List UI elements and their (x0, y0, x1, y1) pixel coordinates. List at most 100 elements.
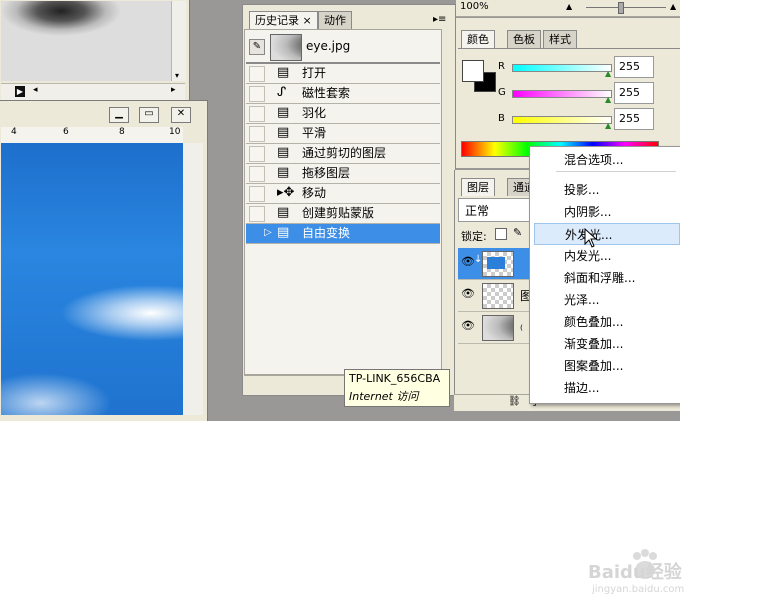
history-brush-checkbox[interactable] (249, 106, 265, 122)
history-state-icon: ▤ (277, 125, 290, 140)
close-icon[interactable]: × (303, 14, 312, 27)
close-icon[interactable]: ✕ (171, 107, 191, 123)
green-slider-thumb[interactable]: ▲ (605, 95, 611, 104)
menu-item-outer-glow[interactable]: 外发光... (534, 223, 680, 245)
history-state-icon: ▤ (277, 165, 290, 180)
link-layers-icon[interactable]: ⛓ (508, 396, 521, 407)
history-brush-checkbox[interactable] (249, 66, 265, 82)
tab-swatches[interactable]: 色板 (507, 30, 541, 48)
layer-thumbnail (482, 315, 514, 341)
options-bar: 100% ▲ ▲ (456, 0, 680, 17)
history-state-icon: ▤ (277, 225, 290, 240)
vertical-scrollbar[interactable] (183, 143, 203, 415)
history-item-feather[interactable]: ▤ 羽化 (246, 104, 440, 124)
tab-styles[interactable]: 样式 (543, 30, 577, 48)
history-brush-checkbox[interactable] (249, 126, 265, 142)
minimize-icon[interactable]: ▁ (109, 107, 129, 123)
scroll-down-icon[interactable]: ▾ (175, 71, 179, 80)
tooltip-title: TP-LINK_656CBA (349, 372, 441, 385)
red-label: R (498, 61, 505, 72)
history-brush-checkbox[interactable] (249, 206, 265, 222)
history-item-layer-via-cut[interactable]: ▤ 通过剪切的图层 (246, 144, 440, 164)
menu-item-blending-options[interactable]: 混合选项... (534, 149, 680, 171)
history-brush-icon[interactable]: ✎ (249, 39, 265, 55)
sky-image (1, 143, 183, 415)
red-slider-thumb[interactable]: ▲ (605, 69, 611, 78)
eye-visibility-icon[interactable]: 👁 (461, 288, 475, 300)
horizontal-ruler: 4 6 8 10 (1, 127, 183, 144)
history-item-open[interactable]: ▤ 打开 (246, 64, 440, 84)
menu-item-inner-shadow[interactable]: 内阴影... (534, 201, 680, 223)
mouse-cursor-icon (584, 228, 598, 248)
history-item-create-clipping-mask[interactable]: ▤ 创建剪贴蒙版 (246, 204, 440, 224)
eye-visibility-icon[interactable]: 👁 (461, 320, 475, 332)
history-item-drag-layer[interactable]: ▤ 拖移图层 (246, 164, 440, 184)
blue-label: B (498, 113, 505, 124)
layer-row[interactable]: 👁 图 (458, 280, 534, 312)
blue-value-input[interactable]: 255 (614, 108, 654, 130)
eye-visibility-icon[interactable]: 👁 (461, 256, 475, 268)
menu-item-color-overlay[interactable]: 颜色叠加... (534, 311, 680, 333)
vertical-scrollbar[interactable] (171, 1, 186, 81)
menu-item-pattern-overlay[interactable]: 图案叠加... (534, 355, 680, 377)
history-item-magnetic-lasso[interactable]: ᔑ 磁性套索 (246, 84, 440, 104)
tab-layers[interactable]: 图层 (461, 178, 495, 196)
tooltip-subtitle: Internet 访问 (349, 390, 419, 403)
history-brush-checkbox[interactable] (249, 166, 265, 182)
lock-label: 锁定: (461, 230, 487, 243)
zoom-slider[interactable] (586, 7, 666, 8)
ruler-label: 4 (11, 127, 17, 137)
green-value-input[interactable]: 255 (614, 82, 654, 104)
lasso-icon: ᔑ (277, 85, 287, 100)
zoom-out-icon[interactable]: ▲ (566, 2, 572, 11)
restore-icon[interactable]: ▭ (139, 107, 159, 123)
watermark-text: Baidu经验 (588, 562, 682, 583)
history-item-label: 平滑 (302, 126, 327, 140)
horizontal-scrollbar[interactable]: ▶ ◂ ▸ (1, 83, 185, 100)
history-item-smooth[interactable]: ▤ 平滑 (246, 124, 440, 144)
history-item-label: 磁性套索 (302, 86, 351, 100)
eye-document-window: ▾ ▶ ◂ ▸ (0, 0, 190, 104)
history-state-icon: ▤ (277, 205, 290, 220)
history-state-icon: ▤ (277, 145, 290, 160)
menu-item-bevel-emboss[interactable]: 斜面和浮雕... (534, 267, 680, 289)
layer-thumbnail (482, 283, 514, 309)
menu-item-stroke[interactable]: 描边... (534, 377, 680, 399)
scroll-right-icon[interactable]: ▸ (171, 85, 176, 95)
history-brush-checkbox[interactable] (249, 186, 265, 202)
lock-brush-icon[interactable]: ✎ (513, 226, 522, 239)
layer-row[interactable]: 👁 ₍ (458, 312, 534, 344)
history-brush-checkbox[interactable] (249, 86, 265, 102)
panel-menu-icon[interactable]: ▸≡ (433, 14, 446, 25)
menu-separator (556, 171, 676, 172)
foreground-color-swatch[interactable] (462, 60, 484, 82)
blue-slider-thumb[interactable]: ▲ (605, 121, 611, 130)
scroll-left-icon[interactable]: ◂ (33, 85, 38, 95)
snapshot-row[interactable]: ✎ eye.jpg (246, 33, 440, 64)
layer-row-selected[interactable]: 👁 ↓ (458, 248, 534, 280)
red-slider[interactable] (512, 64, 612, 72)
tab-history[interactable]: 历史记录 × (249, 11, 318, 29)
history-brush-checkbox[interactable] (249, 146, 265, 162)
tab-color[interactable]: 颜色 (461, 30, 495, 48)
lock-transparency-icon[interactable] (495, 228, 507, 240)
tab-actions[interactable]: 动作 (318, 11, 352, 29)
menu-item-satin[interactable]: 光泽... (534, 289, 680, 311)
blue-slider[interactable] (512, 116, 612, 124)
history-item-label: 自由变换 (302, 226, 351, 240)
window-titlebar[interactable]: ▁ ▭ ✕ (1, 103, 205, 125)
zoom-slider-thumb[interactable] (618, 2, 624, 14)
menu-item-inner-glow[interactable]: 内发光... (534, 245, 680, 267)
menu-item-gradient-overlay[interactable]: 渐变叠加... (534, 333, 680, 355)
play-icon[interactable]: ▶ (15, 86, 25, 97)
blend-mode-select[interactable]: 正常 (458, 198, 534, 222)
red-value-input[interactable]: 255 (614, 56, 654, 78)
ruler-label: 10 (169, 127, 181, 137)
menu-item-drop-shadow[interactable]: 投影... (534, 179, 680, 201)
history-item-move[interactable]: ▸✥ 移动 (246, 184, 440, 204)
green-slider[interactable] (512, 90, 612, 98)
history-item-free-transform[interactable]: ▷ ▤ 自由变换 (246, 224, 440, 244)
baidu-watermark: Baidu经验 jingyan.baidu.com (588, 548, 738, 598)
history-slider-icon[interactable]: ▷ (264, 227, 272, 238)
zoom-in-icon[interactable]: ▲ (670, 2, 676, 11)
